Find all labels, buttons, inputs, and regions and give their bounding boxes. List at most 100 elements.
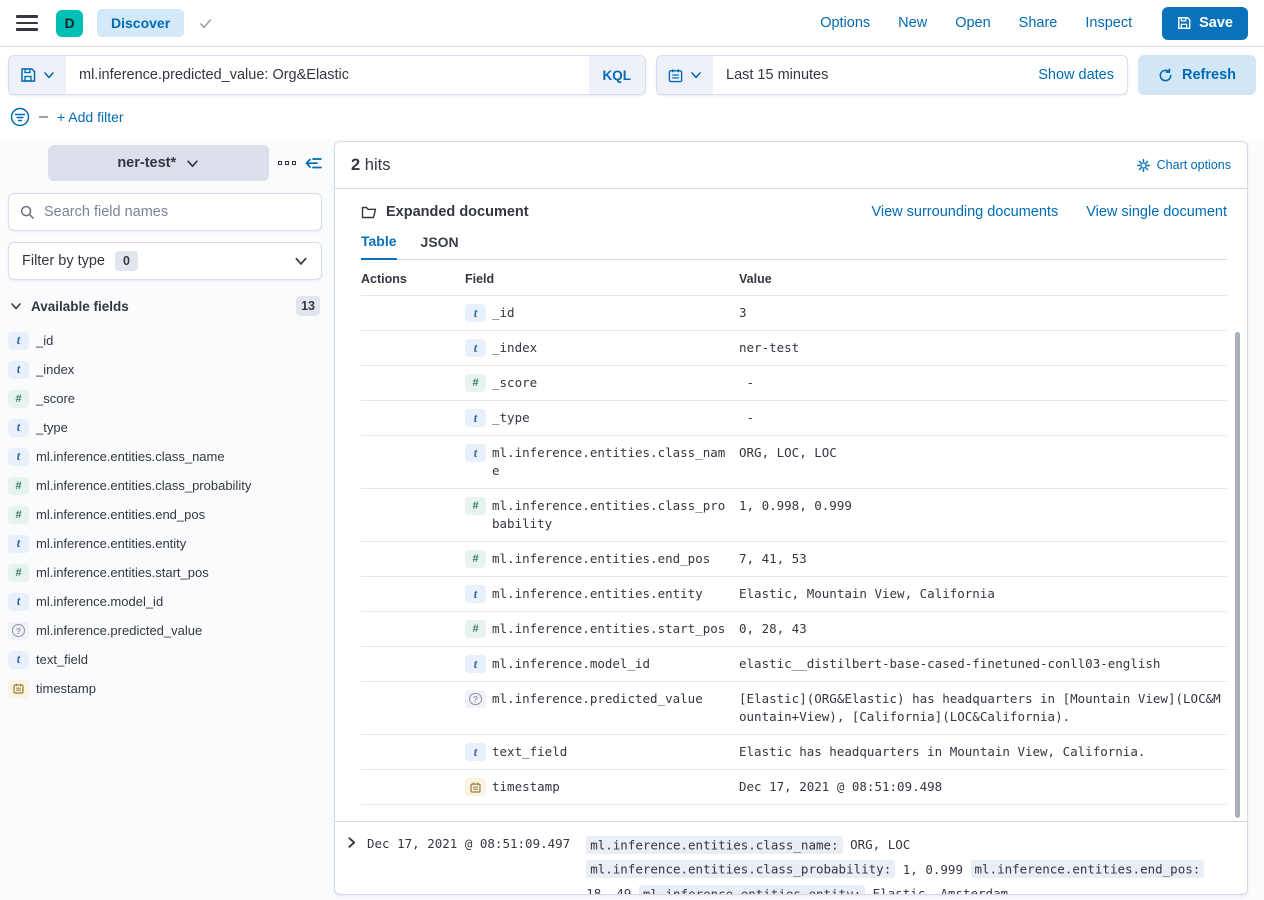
- nav-link-open[interactable]: Open: [955, 15, 990, 31]
- query-bar: ml.inference.predicted_value: Org&Elasti…: [8, 55, 646, 95]
- field-list: t_idt_index#_scoret_typetml.inference.en…: [8, 326, 322, 703]
- collapse-sidebar-icon[interactable]: [305, 156, 322, 171]
- document-list-row: Dec 17, 2021 @ 08:51:09.497 ml.inference…: [335, 821, 1247, 895]
- available-fields-label: Available fields: [31, 299, 129, 314]
- field-type-string-icon: t: [465, 304, 486, 322]
- filter-by-type-count: 0: [115, 251, 138, 271]
- available-fields-header[interactable]: Available fields 13: [10, 296, 320, 316]
- menu-icon[interactable]: [16, 15, 38, 31]
- field-type-date-icon: [465, 778, 486, 796]
- field-item-ml.inference.entities.class_name[interactable]: t ml.inference.entities.class_name: [8, 442, 322, 471]
- show-dates-button[interactable]: Show dates: [1025, 56, 1127, 94]
- field-item-_index[interactable]: t _index: [8, 355, 322, 384]
- save-button[interactable]: Save: [1162, 7, 1248, 40]
- row-field: t_type: [465, 409, 739, 427]
- refresh-button[interactable]: Refresh: [1138, 55, 1256, 95]
- time-range[interactable]: Last 15 minutes: [713, 56, 1025, 94]
- summary-field-badge: ml.inference.entities.entity:: [639, 885, 865, 896]
- breadcrumb[interactable]: Discover: [97, 9, 184, 37]
- field-item-_score[interactable]: #_score: [8, 384, 322, 413]
- row-value: 1, 0.998, 0.999: [739, 497, 1227, 515]
- row-field-name: _index: [492, 339, 537, 357]
- field-name: ml.inference.entities.end_pos: [36, 507, 205, 522]
- expanded-document-title: Expanded document: [386, 204, 529, 220]
- date-picker: Last 15 minutes Show dates: [656, 55, 1128, 95]
- field-name: ml.inference.entities.class_probability: [36, 478, 251, 493]
- calendar-icon: [668, 68, 683, 83]
- field-item-timestamp[interactable]: timestamp: [8, 674, 322, 703]
- row-value: Elastic has headquarters in Mountain Vie…: [739, 743, 1227, 761]
- view-single-document-link[interactable]: View single document: [1086, 204, 1227, 220]
- row-field: timestamp: [465, 778, 739, 796]
- row-field: tml.inference.entities.class_name: [465, 444, 739, 480]
- field-type-string-icon: t: [8, 651, 29, 669]
- field-item-ml.inference.entities.entity[interactable]: tml.inference.entities.entity: [8, 529, 322, 558]
- field-name: _type: [36, 420, 68, 435]
- row-field-name: timestamp: [492, 778, 560, 796]
- doc-table-row-_type: t_type -: [361, 401, 1227, 436]
- doc-table-row-ml.inference.model_id: tml.inference.model_idelastic__distilber…: [361, 647, 1227, 682]
- doc-table-row-ml.inference.entities.end_pos: #ml.inference.entities.end_pos7, 41, 53: [361, 542, 1227, 577]
- field-type-string-icon: t: [8, 448, 29, 466]
- field-item-_id[interactable]: t_id: [8, 326, 322, 355]
- filter-icon[interactable]: [10, 107, 30, 127]
- field-item-ml.inference.entities.end_pos[interactable]: # ml.inference.entities.end_pos: [8, 500, 322, 529]
- field-search: [8, 193, 322, 231]
- field-item-ml.inference.predicted_value[interactable]: ?ml.inference.predicted_value: [8, 616, 322, 645]
- field-item-_type[interactable]: t_type: [8, 413, 322, 442]
- doc-table-row-ml.inference.entities.entity: tml.inference.entities.entityElastic, Mo…: [361, 577, 1227, 612]
- date-quick-menu[interactable]: [657, 56, 713, 94]
- chart-options-button[interactable]: Chart options: [1137, 158, 1231, 172]
- row-field: #ml.inference.entities.start_pos: [465, 620, 739, 638]
- field-name: _index: [36, 362, 74, 377]
- view-surrounding-documents-link[interactable]: View surrounding documents: [871, 204, 1058, 220]
- gear-icon: [1137, 159, 1150, 172]
- field-type-number-icon: #: [8, 506, 29, 524]
- field-type-string-icon: t: [465, 655, 486, 673]
- query-language-button[interactable]: KQL: [589, 56, 646, 94]
- filter-bar: + Add filter: [0, 103, 1264, 139]
- nav-link-new[interactable]: New: [898, 15, 927, 31]
- field-search-input[interactable]: [44, 204, 310, 220]
- field-name: text_field: [36, 652, 88, 667]
- field-item-ml.inference.entities.start_pos[interactable]: #ml.inference.entities.start_pos: [8, 558, 322, 587]
- row-value: ner-test: [739, 339, 1227, 357]
- field-type-question-icon: ?: [465, 690, 486, 708]
- field-item-text_field[interactable]: t text_field: [8, 645, 322, 674]
- hits-label: hits: [365, 156, 391, 174]
- field-type-string-icon: t: [465, 409, 486, 427]
- nav-link-options[interactable]: Options: [820, 15, 870, 31]
- filter-by-type[interactable]: Filter by type 0: [8, 242, 322, 280]
- chevron-down-icon: [10, 300, 22, 312]
- add-filter-button[interactable]: + Add filter: [57, 109, 124, 125]
- field-item-ml.inference.entities.class_probability[interactable]: # ml.inference.entities.class_probability: [8, 471, 322, 500]
- field-type-number-icon: #: [8, 477, 29, 495]
- nav-links: Options New Open Share Inspect: [820, 15, 1132, 31]
- filter-divider: [39, 116, 48, 118]
- doc-table-row-text_field: ttext_fieldElastic has headquarters in M…: [361, 735, 1227, 770]
- field-name: ml.inference.entities.class_name: [36, 449, 225, 464]
- field-name: _id: [36, 333, 53, 348]
- column-actions: Actions: [361, 272, 465, 286]
- row-field-name: ml.inference.entities.start_pos: [492, 620, 725, 638]
- nav-link-share[interactable]: Share: [1019, 15, 1058, 31]
- app-logo[interactable]: D: [56, 10, 83, 37]
- scrollbar-thumb[interactable]: [1235, 332, 1240, 818]
- field-type-string-icon: t: [8, 361, 29, 379]
- refresh-button-label: Refresh: [1182, 67, 1236, 83]
- row-value: -: [739, 374, 1227, 392]
- row-field-name: text_field: [492, 743, 567, 761]
- expand-document-icon[interactable]: [345, 832, 358, 849]
- field-settings-icon[interactable]: [278, 161, 297, 166]
- field-item-ml.inference.model_id[interactable]: tml.inference.model_id: [8, 587, 322, 616]
- tab-json[interactable]: JSON: [421, 233, 459, 259]
- index-pattern-switcher[interactable]: ner-test*: [48, 145, 269, 181]
- row-field: #ml.inference.entities.class_probability: [465, 497, 739, 533]
- chevron-down-icon: [43, 69, 55, 81]
- saved-query-menu[interactable]: [9, 56, 66, 94]
- nav-link-inspect[interactable]: Inspect: [1085, 15, 1132, 31]
- query-input[interactable]: ml.inference.predicted_value: Org&Elasti…: [66, 56, 589, 94]
- hits-header: 2 hits Chart options: [335, 142, 1247, 189]
- row-field: t_id: [465, 304, 739, 322]
- tab-table[interactable]: Table: [361, 233, 397, 260]
